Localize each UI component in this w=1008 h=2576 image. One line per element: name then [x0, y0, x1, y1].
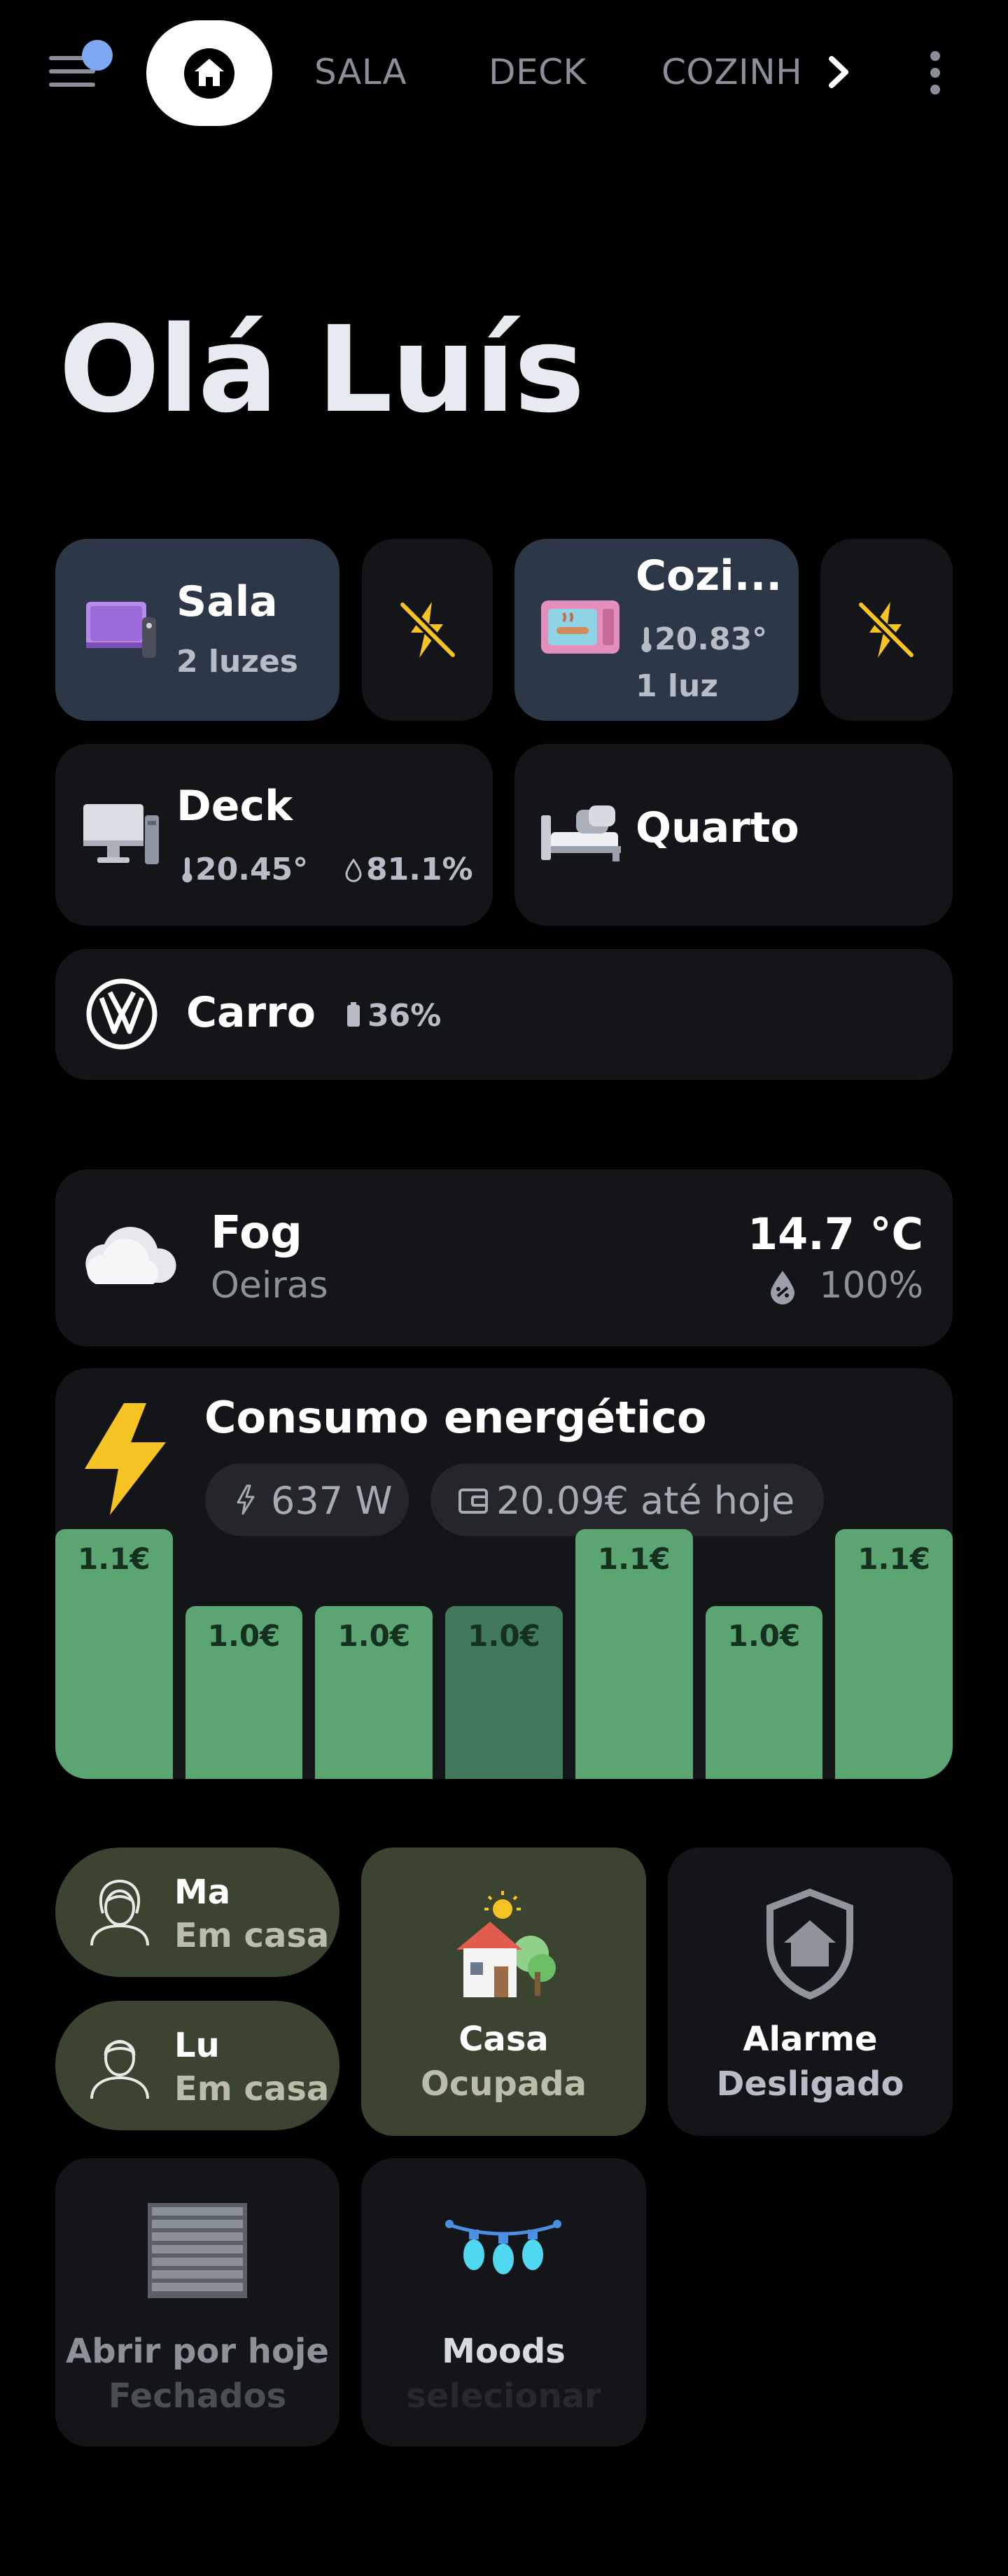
energy-bar-label: 1.0€: [337, 1619, 411, 1653]
car-card[interactable]: Carro 36%: [55, 949, 953, 1080]
cozinha-power-button[interactable]: [820, 539, 953, 721]
weather-card[interactable]: Fog Oeiras 14.7 °C 100%: [55, 1169, 953, 1346]
tab-home[interactable]: [146, 20, 272, 126]
moods-status: selecionar: [406, 2377, 601, 2416]
blinds-status: Fechados: [108, 2377, 287, 2416]
thermometer-icon: [641, 627, 652, 652]
person-status: Em casa: [174, 1916, 330, 1955]
humidity-icon: [345, 859, 362, 882]
room-temperature: 20.83°: [654, 621, 768, 657]
fog-cloud-icon: [85, 1227, 176, 1284]
home-icon: [184, 48, 234, 99]
weather-location: Oeiras: [211, 1265, 328, 1307]
more-vert-icon: [930, 51, 940, 94]
weather-humidity: 100%: [819, 1265, 923, 1307]
energy-bar-label: 1.1€: [597, 1542, 671, 1576]
energy-bar[interactable]: 1.1€: [55, 1529, 173, 1779]
room-name: Cozi...: [636, 551, 783, 600]
man-avatar-icon: [90, 2040, 149, 2099]
battery-icon: [347, 1002, 360, 1027]
string-lights-icon: [445, 2220, 561, 2274]
casa-title: Casa: [458, 2020, 549, 2059]
energy-bar[interactable]: 1.0€: [445, 1606, 563, 1779]
tab-sala[interactable]: SALA: [314, 52, 407, 92]
person-name: Lu: [174, 2026, 220, 2065]
energy-card[interactable]: Consumo energético 637 W 20.09€ até hoje…: [55, 1368, 953, 1779]
energy-bar-label: 1.0€: [207, 1619, 281, 1653]
shield-home-icon: [766, 1888, 853, 2000]
room-detail: 2 luzes: [176, 644, 298, 680]
volkswagen-logo-icon: [86, 978, 158, 1050]
woman-avatar-icon: [90, 1879, 149, 1946]
tab-cozinha[interactable]: COZINH: [662, 52, 802, 92]
power-off-icon: [398, 600, 458, 660]
tab-deck[interactable]: DECK: [489, 52, 587, 92]
notification-dot: [82, 40, 113, 71]
room-humidity: 81.1%: [366, 852, 473, 887]
more-options-button[interactable]: [921, 49, 949, 99]
daily-cost-bars: 1.1€ 1.0€ 1.0€ 1.0€ 1.1€ 1.0€ 1.1€: [55, 1368, 953, 1779]
energy-bar[interactable]: 1.1€: [575, 1529, 693, 1779]
energy-bar-label: 1.0€: [468, 1619, 540, 1653]
room-card-deck[interactable]: Deck 20.45° 81.1%: [55, 744, 493, 926]
person-card-ma[interactable]: Ma Em casa: [55, 1847, 340, 1977]
person-name: Ma: [174, 1873, 231, 1912]
house-icon: [456, 1891, 556, 1997]
thermometer-icon: [182, 857, 192, 882]
car-name: Carro: [186, 988, 316, 1037]
chevron-right-icon: [829, 56, 848, 88]
energy-bar-label: 1.1€: [78, 1542, 150, 1576]
room-name: Deck: [176, 782, 293, 831]
alarme-title: Alarme: [743, 2020, 878, 2059]
casa-status: Ocupada: [421, 2064, 587, 2104]
energy-bar[interactable]: 1.0€: [315, 1606, 433, 1779]
moods-title: Moods: [442, 2332, 566, 2371]
room-name: Sala: [176, 577, 278, 626]
blinds-card[interactable]: Abrir por hoje Fechados: [55, 2158, 340, 2447]
person-status: Em casa: [174, 2069, 330, 2109]
room-card-quarto[interactable]: Quarto: [514, 744, 953, 926]
energy-bar[interactable]: 1.0€: [185, 1606, 303, 1779]
car-battery: 36%: [368, 998, 442, 1034]
weather-condition: Fog: [211, 1207, 302, 1259]
bed-icon: [541, 805, 621, 861]
monitor-icon: [83, 804, 159, 864]
energy-bar-label: 1.1€: [858, 1542, 930, 1576]
greeting-title: Olá Luís: [59, 301, 584, 439]
person-card-lu[interactable]: Lu Em casa: [55, 2001, 340, 2130]
moods-card[interactable]: Moods selecionar: [361, 2158, 646, 2447]
energy-bar[interactable]: 1.0€: [705, 1606, 823, 1779]
room-temperature: 20.45°: [195, 852, 309, 887]
weather-temperature: 14.7 °C: [747, 1209, 923, 1260]
blinds-title: Abrir por hoje: [66, 2332, 329, 2371]
room-detail: 1 luz: [636, 668, 718, 704]
window-blinds-icon: [148, 2203, 247, 2298]
tabs-next-button[interactable]: [826, 55, 851, 92]
room-card-sala[interactable]: Sala 2 luzes: [55, 539, 340, 721]
alarme-card[interactable]: Alarme Desligado: [668, 1847, 953, 2136]
microwave-icon: [541, 600, 620, 654]
room-card-cozinha[interactable]: Cozi... 20.83° 1 luz: [514, 539, 799, 721]
room-name: Quarto: [636, 803, 799, 852]
alarme-status: Desligado: [716, 2064, 904, 2104]
energy-bar[interactable]: 1.1€: [835, 1529, 953, 1779]
sala-power-button[interactable]: [362, 539, 493, 721]
power-off-icon: [856, 600, 916, 660]
humidity-icon: [771, 1271, 794, 1304]
casa-card[interactable]: Casa Ocupada: [361, 1847, 646, 2136]
energy-bar-label: 1.0€: [727, 1619, 801, 1653]
tv-icon: [86, 602, 156, 658]
